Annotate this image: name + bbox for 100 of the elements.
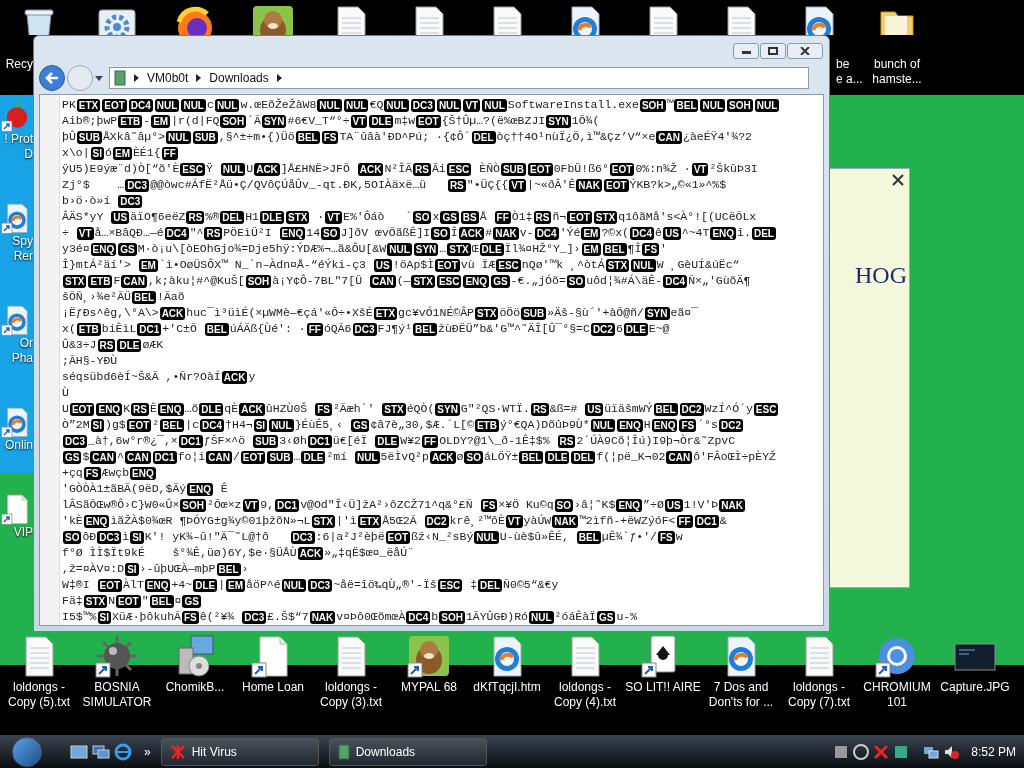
binary-text: Æwçb [101,465,130,482]
control-code-tag: BEL [519,450,544,464]
icon-label[interactable]: loldongs - [792,680,845,695]
icon-label[interactable]: CHROMIUM [863,680,931,695]
icon-label[interactable]: loldongs - [558,680,611,695]
chevron-icon[interactable] [276,74,282,82]
breadcrumb-item[interactable]: Downloads [209,69,269,87]
icon-label[interactable]: 101 [886,695,907,710]
control-code-tag: EOT [116,594,141,608]
binary-text: #6€V_T“°÷ [287,113,350,130]
control-code-tag: SUB [76,130,102,144]
taskbar-button[interactable]: Downloads [328,737,487,766]
control-code-tag: EOT [435,258,460,272]
control-code-tag: EOT [126,418,152,432]
close-icon[interactable] [891,173,905,187]
icon-label[interactable]: 7 Dos and [713,680,769,695]
binary-text: vù ÏÆ [460,257,496,274]
binary-text: Zj°$ … [62,177,125,194]
binary-text: |c [185,417,200,434]
control-code-tag: DLE [545,450,570,464]
close-button[interactable] [787,43,823,59]
icon-label[interactable]: ChomikB... [165,680,225,695]
back-button[interactable] [39,65,65,91]
dropdown-caret-icon[interactable] [95,75,103,81]
control-code-tag: ESC [496,258,521,272]
more-icon[interactable]: » [144,742,151,761]
binary-text: @@òwc#ÁfË²Åü•Ç/QVôÇÚåÛv_-qt.ÐK,5OIÀäxë…ü [150,177,428,194]
control-code-tag: NUL [355,450,380,464]
icon-label[interactable]: BOSNIA [94,680,140,695]
minimize-button[interactable] [733,43,759,59]
binary-text: ûHZÙ0Š [265,401,309,418]
control-code-tag: US [664,498,683,512]
icon-label[interactable]: Recy [5,57,33,72]
start-button[interactable] [12,736,42,767]
address-bar[interactable]: VM0b0t Downloads [109,67,809,89]
icon-label[interactable]: SIMULATOR [82,695,152,710]
icon-label[interactable]: Capture.JPG [940,680,1010,695]
binary-text: TA¨ûâà'ÐD^Pú; ·{¢Ô´ [339,129,471,146]
spiked-ball-icon[interactable] [95,634,139,678]
binary-text: Ê [219,481,228,498]
chevron-icon[interactable] [134,74,139,82]
binary-text: +'C±Õ [162,321,198,338]
icon-label[interactable]: SO LIT!! AIRE [625,680,701,695]
control-code-tag: GS [491,274,510,288]
control-code-tag: SUB [500,162,527,176]
control-code-tag: VT [242,498,260,512]
control-code-tag: SI [130,530,144,544]
icon-label[interactable]: loldongs - [12,680,65,695]
control-code-tag: ETB [118,114,143,128]
binary-text: Û&3÷J [62,337,97,354]
binary-text: ôÐ [82,529,97,546]
icon-label[interactable]: loldongs - [324,680,377,695]
windows-icon[interactable] [92,744,110,759]
icon-label[interactable]: e a... [836,72,863,87]
control-code-tag: BEL [576,530,601,544]
control-code-tag: FS [321,130,339,144]
icon-label[interactable]: Home Loan [241,680,304,695]
taskbar-button[interactable]: Hit Virus [160,737,319,766]
binary-text: +4~ [171,577,193,594]
binary-text: ™ [666,97,674,114]
binary-text: v- [519,225,534,242]
chevron-icon[interactable] [196,74,202,82]
control-code-tag: DC1 [307,434,332,448]
icon-label[interactable]: Copy (7).txt [788,695,850,710]
maximize-icon [768,47,778,55]
animal-icon[interactable] [251,4,295,35]
icon-label[interactable]: be [836,57,850,72]
icon-label[interactable]: hamste... [872,72,922,87]
page-heading: HOG [855,261,908,290]
control-code-tag: DEL [478,578,503,592]
binary-text: ,ž=¤ÀV¤:D [62,561,125,578]
binary-text: ~åë=îö‰qÙ„®'-Ïš [333,577,437,594]
animal-icon[interactable] [407,634,451,678]
icon-label[interactable]: Don'ts for ... [708,695,774,710]
desktop-icon[interactable] [70,744,88,759]
tray-icon[interactable] [893,743,910,760]
browser-icon[interactable] [114,742,132,761]
binary-text: ‡ [469,577,478,594]
binary-text: ×¥Ö Ku©q [498,497,554,514]
tray-icon[interactable] [833,743,850,760]
binary-text: ÂÄS*yY [62,209,105,226]
icon-label[interactable]: bunch of [873,57,920,72]
binary-text: U [62,401,69,418]
control-code-tag: DC3 [63,434,87,448]
binary-text: … [293,449,301,466]
icon-label[interactable]: dKfTqcjI.htm [473,680,541,695]
binary-text: "^ [189,225,204,242]
binary-text: 3‹Øh [279,433,307,450]
icon-label[interactable]: Copy (5).txt [8,695,70,710]
icon-label[interactable]: Copy (4).txt [554,695,616,710]
icon-label[interactable]: Copy (3).txt [320,695,382,710]
tray-icon[interactable] [853,743,870,760]
breadcrumb-item[interactable]: VM0b0t [147,69,189,87]
control-code-tag: CAN [666,450,693,464]
control-code-tag: DLE [199,402,224,416]
clock[interactable]: 8:52 PM [971,742,1016,761]
icon-label[interactable]: MYPAL 68 [401,680,457,695]
maximize-button[interactable] [760,43,786,59]
control-code-tag: ESC [753,402,779,416]
close-icon [800,47,810,55]
